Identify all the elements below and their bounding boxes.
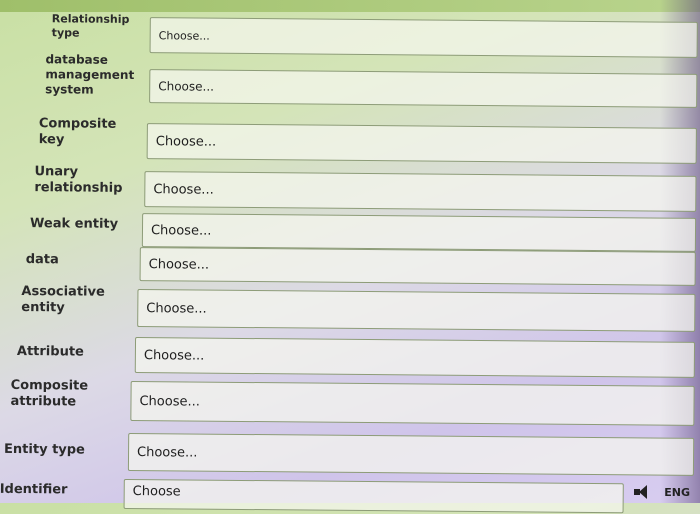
select-attribute[interactable]: Choose... — [134, 337, 696, 378]
row-label-composite-key: Composite key — [38, 116, 117, 148]
row-label-associative-entity: Associative entity — [21, 284, 105, 316]
select-composite-attribute[interactable]: Choose... — [130, 380, 695, 426]
row-label-dbms: database management system — [45, 52, 135, 97]
select-relationship-type[interactable]: Choose... — [149, 17, 698, 58]
select-composite-key[interactable]: Choose... — [146, 123, 697, 164]
select-unary-relationship[interactable]: Choose... — [144, 171, 697, 212]
select-identifier[interactable]: Choose — [123, 478, 624, 514]
speaker-icon[interactable] — [634, 485, 650, 499]
row-label-data: data — [25, 252, 59, 268]
row-label-composite-attribute: Composite attribute — [10, 377, 89, 410]
row-label-relationship-type: Relationship type — [51, 12, 130, 40]
select-weak-entity[interactable]: Choose... — [141, 213, 697, 252]
select-entity-type[interactable]: Choose... — [127, 432, 695, 476]
select-associative-entity[interactable]: Choose... — [137, 289, 696, 332]
row-label-identifier: Identifier — [0, 481, 68, 498]
select-dbms[interactable]: Choose... — [149, 69, 698, 108]
row-label-unary-relationship: Unary relationship — [34, 164, 123, 197]
row-label-attribute: Attribute — [16, 343, 84, 360]
row-label-weak-entity: Weak entity — [29, 216, 119, 232]
matching-question: Relationship type Choose... database man… — [0, 0, 700, 514]
select-data[interactable]: Choose... — [139, 247, 696, 286]
language-indicator[interactable]: ENG — [664, 486, 690, 499]
row-label-entity-type: Entity type — [4, 441, 85, 458]
system-tray: ENG — [600, 481, 700, 503]
